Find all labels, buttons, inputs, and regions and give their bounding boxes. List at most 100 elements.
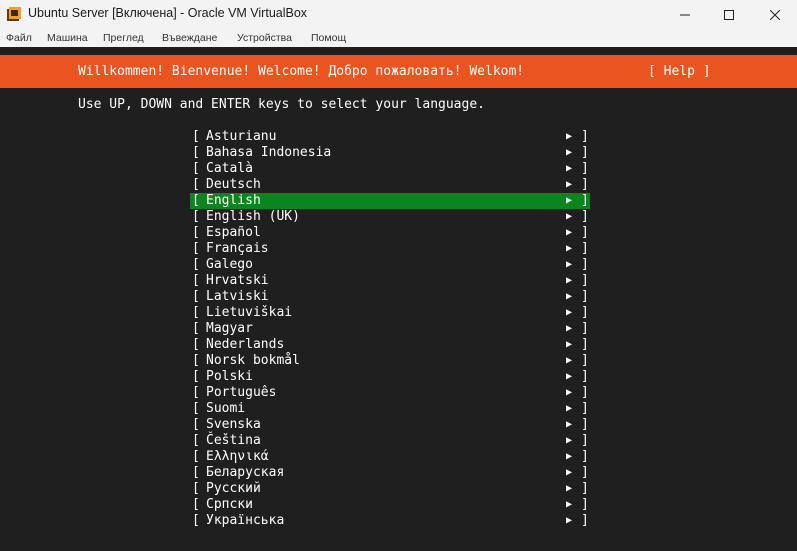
language-label: Deutsch: [206, 177, 261, 192]
bracket-close: ]: [581, 177, 589, 192]
minimize-icon: [680, 5, 690, 24]
language-option[interactable]: [Беларуская ▶]: [190, 465, 590, 481]
bracket-open: [: [192, 433, 200, 448]
menu-bar: Файл Машина Преглед Въвеждане Устройства…: [0, 29, 797, 47]
language-option[interactable]: [Asturianu ▶]: [190, 129, 590, 145]
bracket-close: ]: [581, 225, 589, 240]
language-option[interactable]: [Português ▶]: [190, 385, 590, 401]
bracket-open: [: [192, 385, 200, 400]
bracket-open: [: [192, 209, 200, 224]
bracket-close: ]: [581, 241, 589, 256]
arrow-right-icon: ▶: [566, 243, 573, 254]
bracket-open: [: [192, 257, 200, 272]
language-label: Беларуская: [206, 465, 285, 480]
virtualbox-icon: [6, 6, 22, 22]
bracket-open: [: [192, 417, 200, 432]
arrow-right-icon: ▶: [566, 147, 573, 158]
language-label: Català: [206, 161, 253, 176]
title-bar[interactable]: Ubuntu Server [Включена] - Oracle VM Vir…: [0, 0, 797, 29]
language-option[interactable]: [Bahasa Indonesia ▶]: [190, 145, 590, 161]
language-option[interactable]: [ Français ▶]: [190, 241, 590, 257]
language-option[interactable]: [Suomi ▶]: [190, 401, 590, 417]
bracket-close: ]: [581, 129, 589, 144]
arrow-right-icon: ▶: [566, 163, 573, 174]
menu-machine[interactable]: Машина: [47, 32, 88, 44]
bracket-close: ]: [581, 401, 589, 416]
language-label: Српски: [206, 497, 253, 512]
bracket-close: ]: [581, 257, 589, 272]
help-button[interactable]: [ Help ]: [648, 64, 711, 79]
language-label: Українська: [206, 513, 285, 528]
language-option[interactable]: [Magyar ▶]: [190, 321, 590, 337]
menu-devices[interactable]: Устройства: [237, 32, 292, 44]
language-label: Latviski: [206, 289, 269, 304]
bracket-open: [: [192, 161, 200, 176]
bracket-close: ]: [581, 209, 589, 224]
bracket-open: [: [192, 513, 200, 528]
bracket-open: [: [192, 225, 200, 240]
bracket-close: ]: [581, 289, 589, 304]
arrow-right-icon: ▶: [566, 435, 573, 446]
language-option[interactable]: [Čeština ▶]: [190, 433, 590, 449]
bracket-close: ]: [581, 481, 589, 496]
arrow-right-icon: ▶: [566, 515, 573, 526]
bracket-close: ]: [581, 193, 589, 208]
arrow-right-icon: ▶: [566, 307, 573, 318]
language-option[interactable]: [Español ▶]: [190, 225, 590, 241]
window-title: Ubuntu Server [Включена] - Oracle VM Vir…: [28, 6, 308, 20]
bracket-close: ]: [581, 369, 589, 384]
language-label: Português: [206, 385, 277, 400]
language-option[interactable]: [Русский ▶]: [190, 481, 590, 497]
arrow-right-icon: ▶: [566, 387, 573, 398]
bracket-open: [: [192, 193, 200, 208]
installer-header: Willkommen! Bienvenue! Welcome! Добро по…: [0, 55, 797, 88]
language-label: Français: [206, 241, 269, 256]
language-option-selected[interactable]: [English ▶]: [190, 193, 590, 209]
language-option[interactable]: [Norsk bokmål ▶]: [190, 353, 590, 369]
menu-help[interactable]: Помощ: [311, 32, 346, 44]
arrow-right-icon: ▶: [566, 371, 573, 382]
language-option[interactable]: [Српски ▶]: [190, 497, 590, 513]
virtualbox-window: Ubuntu Server [Включена] - Oracle VM Vir…: [0, 0, 797, 551]
language-option[interactable]: [Polski ▶]: [190, 369, 590, 385]
language-label: Bahasa Indonesia: [206, 145, 332, 160]
language-option[interactable]: [Hrvatski ▶]: [190, 273, 590, 289]
bracket-close: ]: [581, 353, 589, 368]
arrow-right-icon: ▶: [566, 131, 573, 142]
language-label: Русский: [206, 481, 261, 496]
language-label: English (UK): [206, 209, 300, 224]
arrow-right-icon: ▶: [566, 323, 573, 334]
close-button[interactable]: [752, 0, 797, 29]
language-option[interactable]: [Ελληνικά ▶]: [190, 449, 590, 465]
bracket-close: ]: [581, 161, 589, 176]
menu-file[interactable]: Файл: [6, 32, 32, 44]
maximize-icon: [724, 5, 734, 24]
language-option[interactable]: [Galego ▶]: [190, 257, 590, 273]
arrow-right-icon: ▶: [566, 227, 573, 238]
vm-display[interactable]: Willkommen! Bienvenue! Welcome! Добро по…: [0, 47, 797, 551]
language-option[interactable]: [Nederlands ▶]: [190, 337, 590, 353]
arrow-right-icon: ▶: [566, 339, 573, 350]
instructions-text: Use UP, DOWN and ENTER keys to select yo…: [78, 97, 485, 112]
bracket-close: ]: [581, 321, 589, 336]
language-option[interactable]: [Lietuviškai ▶]: [190, 305, 590, 321]
language-option[interactable]: [Svenska ▶]: [190, 417, 590, 433]
language-label: Suomi: [206, 401, 246, 416]
language-option[interactable]: [Українська ▶]: [190, 513, 590, 529]
language-option[interactable]: [English (UK) ▶]: [190, 209, 590, 225]
menu-input[interactable]: Въвеждане: [162, 32, 217, 44]
language-option[interactable]: [Deutsch ▶]: [190, 177, 590, 193]
language-label: Magyar: [206, 321, 253, 336]
maximize-button[interactable]: [706, 0, 752, 29]
arrow-right-icon: ▶: [566, 467, 573, 478]
language-option[interactable]: [ Català ▶]: [190, 161, 590, 177]
language-label: Polski: [206, 369, 253, 384]
bracket-open: [: [192, 241, 200, 256]
language-label: Hrvatski: [206, 273, 269, 288]
language-label: Norsk bokmål: [206, 353, 300, 368]
minimize-button[interactable]: [662, 0, 708, 29]
menu-view[interactable]: Преглед: [103, 32, 144, 44]
language-option[interactable]: [Latviski ▶]: [190, 289, 590, 305]
bracket-close: ]: [581, 433, 589, 448]
bracket-open: [: [192, 481, 200, 496]
